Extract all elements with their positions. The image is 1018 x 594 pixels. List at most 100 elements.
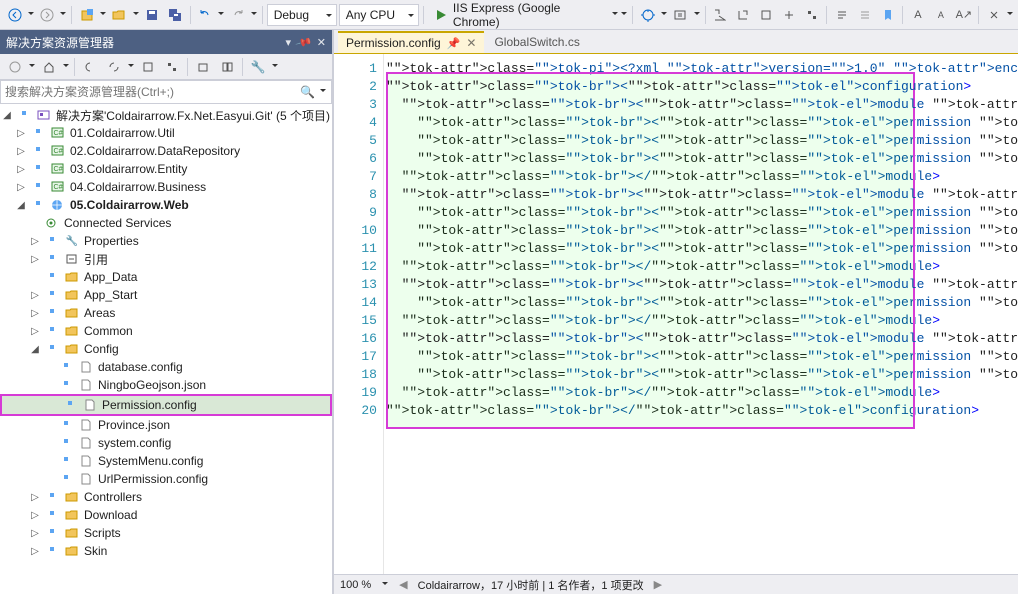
- restart-button[interactable]: [778, 4, 799, 26]
- expander-icon[interactable]: ◢: [0, 110, 14, 121]
- tree-node[interactable]: ▷C#04.Coldairarrow.Business: [0, 178, 332, 196]
- open-file-button[interactable]: [109, 4, 130, 26]
- uncomment-button[interactable]: [854, 4, 875, 26]
- run-target-dropdown[interactable]: [611, 7, 619, 23]
- expander-icon[interactable]: ▷: [28, 290, 42, 301]
- browse-button[interactable]: [637, 4, 658, 26]
- step-into-button[interactable]: [709, 4, 730, 26]
- se-wrench-button[interactable]: 🔧: [247, 56, 269, 78]
- platform-combo[interactable]: Any CPU: [339, 4, 419, 26]
- expander-icon[interactable]: ▷: [28, 236, 42, 247]
- tab-close-icon[interactable]: ✕: [466, 36, 476, 50]
- tree-node[interactable]: database.config: [0, 358, 332, 376]
- tree-node[interactable]: ▷C#03.Coldairarrow.Entity: [0, 160, 332, 178]
- step-out-button[interactable]: [755, 4, 776, 26]
- se-refresh-dropdown[interactable]: [127, 59, 135, 75]
- expander-icon[interactable]: ◢: [14, 200, 28, 211]
- code-line[interactable]: "">tok-attr">class="">tok-br"></"">tok-a…: [386, 402, 1018, 420]
- tree-node[interactable]: ◢Config: [0, 340, 332, 358]
- code-line[interactable]: "">tok-attr">class="">tok-br"><"">tok-at…: [386, 294, 1018, 312]
- tree-node[interactable]: ◢05.Coldairarrow.Web: [0, 196, 332, 214]
- expander-icon[interactable]: ▷: [28, 528, 42, 539]
- tree-node[interactable]: Province.json: [0, 416, 332, 434]
- se-back-dropdown[interactable]: [28, 59, 36, 75]
- tree-node[interactable]: ▷Download: [0, 506, 332, 524]
- tree-node[interactable]: ▷Scripts: [0, 524, 332, 542]
- step-over-button[interactable]: [732, 4, 753, 26]
- code-content[interactable]: "">tok-attr">class="">tok-pi"><?xml "">t…: [384, 54, 1018, 574]
- nav-fwd-dropdown[interactable]: [60, 7, 68, 23]
- save-all-button[interactable]: [165, 4, 186, 26]
- se-wrench-dropdown[interactable]: [271, 59, 279, 75]
- code-line[interactable]: "">tok-attr">class="">tok-pi"><?xml "">t…: [386, 60, 1018, 78]
- tree-node[interactable]: ▷Common: [0, 322, 332, 340]
- blame-info[interactable]: Coldairarrow，17 小时前 | 1 名作者，1 项更改: [418, 577, 644, 593]
- run-dropdown[interactable]: [621, 7, 629, 23]
- config-combo[interactable]: Debug: [267, 4, 337, 26]
- expander-icon[interactable]: ▷: [28, 326, 42, 337]
- font-dec-button[interactable]: A: [930, 4, 951, 26]
- redo-dropdown[interactable]: [250, 7, 258, 23]
- se-preview-button[interactable]: [216, 56, 238, 78]
- open-file-dropdown[interactable]: [132, 7, 140, 23]
- tree-node[interactable]: App_Data: [0, 268, 332, 286]
- expander-icon[interactable]: ▷: [28, 308, 42, 319]
- tree-view[interactable]: ◢解决方案'Coldairarrow.Fx.Net.Easyui.Git' (5…: [0, 104, 332, 594]
- code-line[interactable]: "">tok-attr">class="">tok-br"><"">tok-at…: [386, 276, 1018, 294]
- stop-button[interactable]: [801, 4, 822, 26]
- se-showall-button[interactable]: [137, 56, 159, 78]
- tree-node[interactable]: ▷引用: [0, 250, 332, 268]
- code-line[interactable]: "">tok-attr">class="">tok-br"><"">tok-at…: [386, 78, 1018, 96]
- tree-node[interactable]: ▷C#02.Coldairarrow.DataRepository: [0, 142, 332, 160]
- se-refresh-button[interactable]: [103, 56, 125, 78]
- code-line[interactable]: "">tok-attr">class="">tok-br"></"">tok-a…: [386, 384, 1018, 402]
- expander-icon[interactable]: ▷: [14, 146, 28, 157]
- nav-back-dropdown[interactable]: [27, 7, 35, 23]
- code-line[interactable]: "">tok-attr">class="">tok-br"><"">tok-at…: [386, 366, 1018, 384]
- expander-icon[interactable]: ▷: [28, 254, 42, 265]
- nav-back-button[interactable]: [4, 4, 25, 26]
- tab-permission-config[interactable]: Permission.config 📌 ✕: [338, 31, 484, 53]
- panel-menu-button[interactable]: ▾: [286, 36, 292, 49]
- browse-dropdown[interactable]: [660, 7, 668, 23]
- tree-node[interactable]: SystemMenu.config: [0, 452, 332, 470]
- code-line[interactable]: "">tok-attr">class="">tok-br"></"">tok-a…: [386, 258, 1018, 276]
- format-button[interactable]: A↗: [953, 4, 974, 26]
- expander-icon[interactable]: ▷: [14, 164, 28, 175]
- code-line[interactable]: "">tok-attr">class="">tok-br"><"">tok-at…: [386, 132, 1018, 150]
- tab-pin-icon[interactable]: 📌: [447, 37, 461, 50]
- attach-button[interactable]: [670, 4, 691, 26]
- search-input[interactable]: [5, 85, 300, 99]
- expander-icon[interactable]: ◢: [28, 344, 42, 355]
- tree-node[interactable]: Permission.config: [4, 396, 328, 414]
- tab-globalswitch[interactable]: GlobalSwitch.cs: [486, 31, 587, 53]
- se-properties-button[interactable]: [192, 56, 214, 78]
- comment-button[interactable]: [831, 4, 852, 26]
- expander-icon[interactable]: ▷: [28, 510, 42, 521]
- se-back-button[interactable]: [4, 56, 26, 78]
- font-inc-button[interactable]: A: [907, 4, 928, 26]
- code-line[interactable]: "">tok-attr">class="">tok-br"><"">tok-at…: [386, 150, 1018, 168]
- zoom-level[interactable]: 100 %: [340, 579, 371, 591]
- tree-node[interactable]: ▷🔧Properties: [0, 232, 332, 250]
- undo-button[interactable]: [194, 4, 215, 26]
- bookmark-button[interactable]: [877, 4, 898, 26]
- se-home-button[interactable]: [38, 56, 60, 78]
- se-sync-button[interactable]: [79, 56, 101, 78]
- tree-node[interactable]: UrlPermission.config: [0, 470, 332, 488]
- undo-dropdown[interactable]: [217, 7, 225, 23]
- search-box[interactable]: 🔍: [0, 80, 332, 104]
- tree-node[interactable]: ▷C#01.Coldairarrow.Util: [0, 124, 332, 142]
- tree-node[interactable]: ▷Areas: [0, 304, 332, 322]
- expander-icon[interactable]: ▷: [14, 128, 28, 139]
- expander-icon[interactable]: ▷: [28, 546, 42, 557]
- code-line[interactable]: "">tok-attr">class="">tok-br"><"">tok-at…: [386, 186, 1018, 204]
- search-dropdown[interactable]: [319, 84, 327, 100]
- code-line[interactable]: "">tok-attr">class="">tok-br"></"">tok-a…: [386, 312, 1018, 330]
- redo-button[interactable]: [227, 4, 248, 26]
- new-project-button[interactable]: [76, 4, 97, 26]
- tree-node[interactable]: ▷App_Start: [0, 286, 332, 304]
- se-home-dropdown[interactable]: [62, 59, 70, 75]
- new-project-dropdown[interactable]: [99, 7, 107, 23]
- tree-node[interactable]: ▷Controllers: [0, 488, 332, 506]
